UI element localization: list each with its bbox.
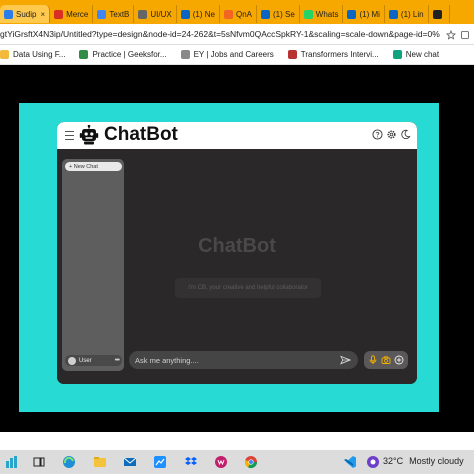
settings-gear-icon[interactable] (386, 129, 397, 140)
browser-tab[interactable]: (1) Mi (343, 5, 385, 23)
chatbot-app: ChatBot + New Chat User ••• ChatBot I'm … (57, 122, 417, 384)
browser-tab-label: Merce (66, 9, 89, 19)
extensions-icon[interactable] (460, 30, 470, 40)
design-canvas: ChatBot + New Chat User ••• ChatBot I'm … (0, 66, 474, 432)
bookmark-icon (287, 50, 297, 59)
weather-condition: Mostly cloudy (409, 456, 464, 466)
widgets-icon[interactable] (5, 455, 19, 469)
user-menu-dots[interactable]: ••• (115, 357, 120, 364)
browser-tab[interactable]: (1) Lin (385, 5, 429, 23)
bookmark-item[interactable]: Data Using F... (0, 50, 65, 59)
openai-icon (392, 50, 402, 59)
app-header: ChatBot (57, 122, 417, 149)
browser-tab-label: Whats (315, 9, 339, 19)
user-label: User (79, 357, 92, 364)
robot-icon (79, 125, 99, 145)
new-chat-label: + New Chat (69, 163, 98, 170)
globe-icon (180, 50, 190, 59)
bookmark-item[interactable]: New chat (392, 50, 440, 59)
browser-tab[interactable] (429, 5, 450, 23)
add-attachment-icon[interactable] (394, 355, 404, 365)
close-tab-icon[interactable]: × (40, 10, 45, 19)
browser-tab-label: (1) Mi (359, 9, 380, 19)
browser-tab-label: (1) Ne (192, 9, 215, 19)
github-desktop-icon[interactable] (366, 455, 380, 469)
user-profile-row[interactable]: User ••• (65, 355, 122, 366)
weather-temperature: 32°C (383, 456, 404, 466)
bookmark-label: Data Using F... (13, 50, 66, 59)
bookmarks-bar: Data Using F... Practice | Geeksfor... EY … (0, 45, 474, 65)
address-bar[interactable]: gtYiGrsftX4N3ip/Untitled?type=design&nod… (0, 24, 474, 45)
bookmark-label: Transformers Intervi... (300, 50, 379, 59)
stocks-app-icon[interactable] (153, 455, 167, 469)
task-view-icon[interactable] (32, 455, 46, 469)
browser-tab-label: (1) Lin (400, 9, 424, 19)
url-text[interactable]: gtYiGrsftX4N3ip/Untitled?type=design&nod… (0, 29, 461, 39)
whatsapp-icon (303, 9, 313, 19)
globe-icon (138, 9, 148, 19)
sidebar: + New Chat User ••• (62, 159, 124, 371)
gmail-icon (54, 9, 64, 19)
github-icon (432, 9, 442, 19)
edge-browser-icon[interactable] (62, 455, 76, 469)
linkedin-icon (180, 9, 190, 19)
browser-tab-label: Sudip (16, 9, 37, 19)
browser-tab[interactable]: (1) Se (257, 5, 300, 23)
address-bar-actions (440, 24, 474, 44)
bookmark-label: EY | Jobs and Careers (193, 50, 274, 59)
bookmark-label: Practice | Geeksfor... (92, 50, 167, 59)
bookmark-label: New chat (405, 50, 440, 59)
browser-tab-label: QnA (235, 9, 252, 19)
browser-tab-strip: Sudip × Merce TextB UI/UX (1) Ne QnA (1) Se What… (0, 0, 474, 24)
gfg-icon (79, 50, 89, 59)
doc-icon (97, 9, 107, 19)
browser-tab[interactable]: Merce (50, 5, 94, 23)
message-input[interactable] (135, 355, 325, 365)
message-input-bar (129, 351, 358, 369)
hamburger-menu-icon[interactable] (65, 131, 74, 140)
bookmark-item[interactable]: Practice | Geeksfor... (79, 50, 167, 59)
browser-tab-label: TextB (109, 9, 130, 19)
microphone-icon[interactable] (368, 355, 378, 365)
desktop-background (0, 432, 474, 450)
browser-tab-label: UI/UX (150, 9, 172, 19)
chat-area: + New Chat User ••• ChatBot I'm CB, your… (57, 149, 417, 384)
linkedin-icon (388, 9, 398, 19)
input-tools (364, 351, 408, 369)
linkedin-icon (260, 9, 270, 19)
app-title: ChatBot (104, 124, 178, 145)
watermark-subtitle: I'm CB, your creative and helpful collab… (175, 278, 321, 298)
watermark-title: ChatBot (198, 235, 276, 257)
help-icon[interactable] (372, 129, 383, 140)
drive-icon (4, 9, 13, 19)
qna-icon (223, 9, 233, 19)
browser-tab[interactable]: QnA (220, 5, 257, 23)
header-actions (372, 129, 411, 140)
dropbox-icon[interactable] (184, 455, 198, 469)
windows-taskbar: 32°C Mostly cloudy (0, 450, 474, 474)
browser-tab[interactable]: (1) Ne (177, 5, 220, 23)
weather-widget[interactable]: 32°C Mostly cloudy (383, 456, 464, 466)
file-explorer-icon[interactable] (93, 455, 107, 469)
bookmark-item[interactable]: EY | Jobs and Careers (180, 50, 274, 59)
browser-tab[interactable]: UI/UX (134, 5, 177, 23)
chrome-icon[interactable] (244, 455, 258, 469)
browser-tab[interactable]: Whats (300, 5, 344, 23)
vscode-icon[interactable] (343, 455, 357, 469)
new-chat-button[interactable]: + New Chat (65, 162, 122, 171)
browser-tab[interactable]: TextB (93, 5, 135, 23)
send-icon[interactable] (340, 355, 351, 365)
browser-tab[interactable]: Sudip × (0, 5, 51, 23)
browser-tab-label: (1) Se (272, 9, 295, 19)
dark-mode-moon-icon[interactable] (400, 129, 411, 140)
mail-icon[interactable] (123, 455, 137, 469)
folder-icon (0, 50, 9, 59)
wps-office-icon[interactable] (214, 455, 228, 469)
bookmark-item[interactable]: Transformers Intervi... (287, 50, 379, 59)
linkedin-icon (347, 9, 357, 19)
camera-icon[interactable] (381, 355, 391, 365)
star-icon[interactable] (446, 29, 456, 40)
user-avatar-icon (68, 356, 76, 365)
design-frame: ChatBot + New Chat User ••• ChatBot I'm … (19, 103, 439, 412)
